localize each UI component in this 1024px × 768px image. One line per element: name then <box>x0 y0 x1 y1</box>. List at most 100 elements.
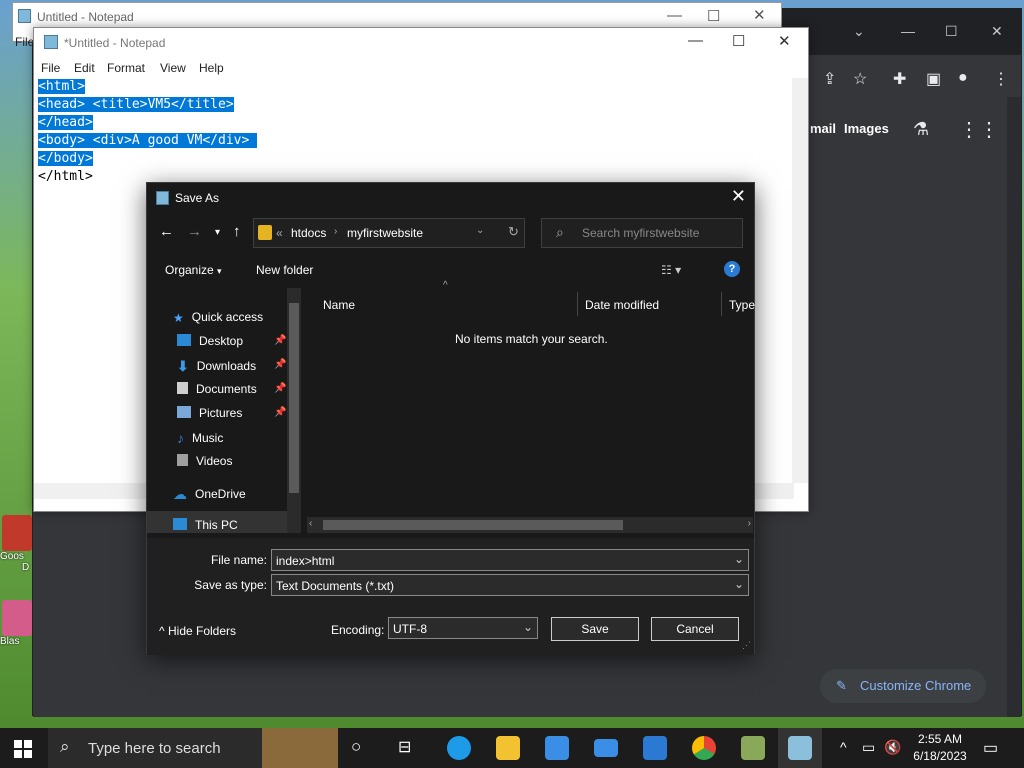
chevron-up-icon[interactable]: ^ <box>840 739 847 755</box>
chrome-icon[interactable] <box>692 736 716 760</box>
close-icon[interactable]: ✕ <box>753 6 766 24</box>
view-options-icon[interactable]: ☷ ▾ <box>661 263 681 277</box>
nav-item-onedrive[interactable]: ☁ OneDrive <box>173 486 246 502</box>
hide-folders-button[interactable]: ^ Hide Folders <box>159 624 236 638</box>
side-panel-icon[interactable]: ▣ <box>926 69 941 89</box>
cancel-button[interactable]: Cancel <box>651 617 739 641</box>
sort-caret-icon: ^ <box>443 280 448 291</box>
new-folder-button[interactable]: New folder <box>256 263 313 277</box>
nav-item-videos[interactable]: Videos <box>177 454 232 468</box>
nav-item-this-pc[interactable]: This PC <box>173 518 238 532</box>
store-icon[interactable] <box>545 736 569 760</box>
nav-item-pictures[interactable]: Pictures <box>177 406 242 420</box>
file-name-input[interactable]: index>html ⌄ <box>271 549 749 571</box>
up-arrow-icon[interactable]: ↑ <box>233 223 241 240</box>
nav-item-downloads[interactable]: ⬇ Downloads <box>177 358 257 374</box>
chevron-down-icon[interactable]: ⌄ <box>734 552 744 566</box>
bookmark-star-icon[interactable]: ☆ <box>853 69 867 89</box>
gmail-link[interactable]: mail <box>810 121 836 136</box>
nav-item-desktop[interactable]: Desktop <box>177 334 243 348</box>
nav-item-documents[interactable]: Documents <box>177 382 257 396</box>
share-icon[interactable]: ⇪ <box>823 69 836 89</box>
nav-scrollbar-thumb[interactable] <box>289 303 299 493</box>
close-icon[interactable]: ✕ <box>731 186 746 207</box>
menu-file[interactable]: File <box>15 35 34 49</box>
search-highlight-image[interactable] <box>262 728 338 768</box>
address-bar[interactable]: « htdocs › myfirstwebsite ⌄ ↻ <box>253 218 525 248</box>
menu-help[interactable]: Help <box>199 61 224 75</box>
video-editor-icon[interactable] <box>643 736 667 760</box>
back-arrow-icon[interactable]: ← <box>159 223 174 240</box>
menu-format[interactable]: Format <box>107 61 145 75</box>
close-icon[interactable]: ✕ <box>778 32 791 50</box>
file-explorer-icon[interactable] <box>496 736 520 760</box>
tab-search-icon[interactable]: ⌄ <box>853 23 865 40</box>
minimize-icon[interactable]: — <box>688 32 703 49</box>
forward-arrow-icon[interactable]: → <box>187 223 202 240</box>
save-as-type-select[interactable]: Text Documents (*.txt) ⌄ <box>271 574 749 596</box>
help-icon[interactable]: ? <box>724 261 740 277</box>
notifications-icon[interactable]: ▭ <box>983 738 998 758</box>
desktop-shortcut-label: Blas <box>0 636 20 647</box>
apps-grid-icon[interactable]: ⋮⋮ <box>959 117 999 142</box>
scroll-left-icon[interactable]: ‹ <box>309 518 312 529</box>
menu-view[interactable]: View <box>160 61 186 75</box>
menu-kebab-icon[interactable]: ⋮ <box>993 69 1009 89</box>
column-header-type[interactable]: Type <box>729 298 755 312</box>
minimize-icon[interactable]: — <box>667 7 682 24</box>
close-icon[interactable]: ✕ <box>991 23 1003 40</box>
encoding-select[interactable]: UTF-8 ⌄ <box>388 617 538 639</box>
menu-edit[interactable]: Edit <box>74 61 95 75</box>
recent-locations-chevron-icon[interactable]: ▾ <box>215 227 220 238</box>
scroll-right-icon[interactable]: › <box>748 518 751 529</box>
chevron-up-icon: ^ <box>159 624 165 638</box>
menu-file[interactable]: File <box>41 61 60 75</box>
resize-grip-icon[interactable]: ⋰ <box>742 640 751 651</box>
search-box[interactable]: ⌕ Search myfirstwebsite <box>541 218 743 248</box>
search-placeholder: Search myfirstwebsite <box>582 226 700 240</box>
mail-icon[interactable] <box>594 739 618 757</box>
breadcrumb-htdocs[interactable]: htdocs <box>291 226 326 240</box>
scrollbar-thumb[interactable] <box>323 520 623 530</box>
breadcrumb-overflow[interactable]: « <box>276 226 283 240</box>
task-view-icon[interactable]: ⊟ <box>398 737 411 757</box>
column-header-date-modified[interactable]: Date modified <box>585 298 659 312</box>
taskbar-clock[interactable]: 2:55 AM 6/18/2023 <box>908 731 972 765</box>
nav-item-music[interactable]: ♪ Music <box>177 430 223 446</box>
horizontal-scrollbar[interactable]: ‹ › <box>307 517 753 533</box>
app-icon[interactable] <box>741 736 765 760</box>
volume-muted-icon[interactable]: 🔇 <box>884 739 901 756</box>
column-divider[interactable] <box>577 292 578 316</box>
images-link[interactable]: Images <box>844 121 889 136</box>
column-divider[interactable] <box>721 292 722 316</box>
refresh-icon[interactable]: ↻ <box>508 224 519 240</box>
window-title: *Untitled - Notepad <box>64 36 166 50</box>
chevron-down-icon[interactable]: ⌄ <box>476 225 484 236</box>
customize-chrome-label: Customize Chrome <box>860 678 972 693</box>
network-icon[interactable]: ▭ <box>862 739 875 756</box>
desktop-shortcut[interactable]: Goos D <box>0 515 34 575</box>
desktop-shortcut[interactable]: Blas <box>0 600 34 660</box>
chrome-scrollbar[interactable] <box>1007 97 1021 717</box>
labs-flask-icon[interactable]: ⚗ <box>913 119 929 140</box>
column-header-name[interactable]: Name <box>323 298 355 312</box>
start-button[interactable] <box>14 740 32 758</box>
taskbar-search-box[interactable]: ⌕ Type here to search <box>48 728 262 768</box>
maximize-icon[interactable]: ☐ <box>732 32 745 50</box>
profile-icon[interactable]: ● <box>958 69 968 87</box>
desktop-shortcut-label-line2: D <box>22 562 30 573</box>
extensions-icon[interactable]: ✚ <box>893 69 906 89</box>
minimize-icon[interactable]: — <box>901 23 915 39</box>
maximize-icon[interactable]: ☐ <box>945 23 958 40</box>
nav-item-label: Pictures <box>199 406 243 420</box>
save-button[interactable]: Save <box>551 617 639 641</box>
nav-item-quick-access[interactable]: ★ Quick access <box>173 310 263 325</box>
breadcrumb-myfirstwebsite[interactable]: myfirstwebsite <box>347 226 423 240</box>
organize-button[interactable]: Organize ▾ <box>165 263 222 277</box>
customize-chrome-button[interactable]: ✎ Customize Chrome <box>820 669 986 703</box>
nav-item-label: Downloads <box>196 359 257 373</box>
edge-icon[interactable] <box>447 736 471 760</box>
cortana-icon[interactable]: ○ <box>351 737 361 757</box>
vertical-scrollbar[interactable] <box>792 78 808 483</box>
maximize-icon[interactable]: ☐ <box>707 7 720 25</box>
